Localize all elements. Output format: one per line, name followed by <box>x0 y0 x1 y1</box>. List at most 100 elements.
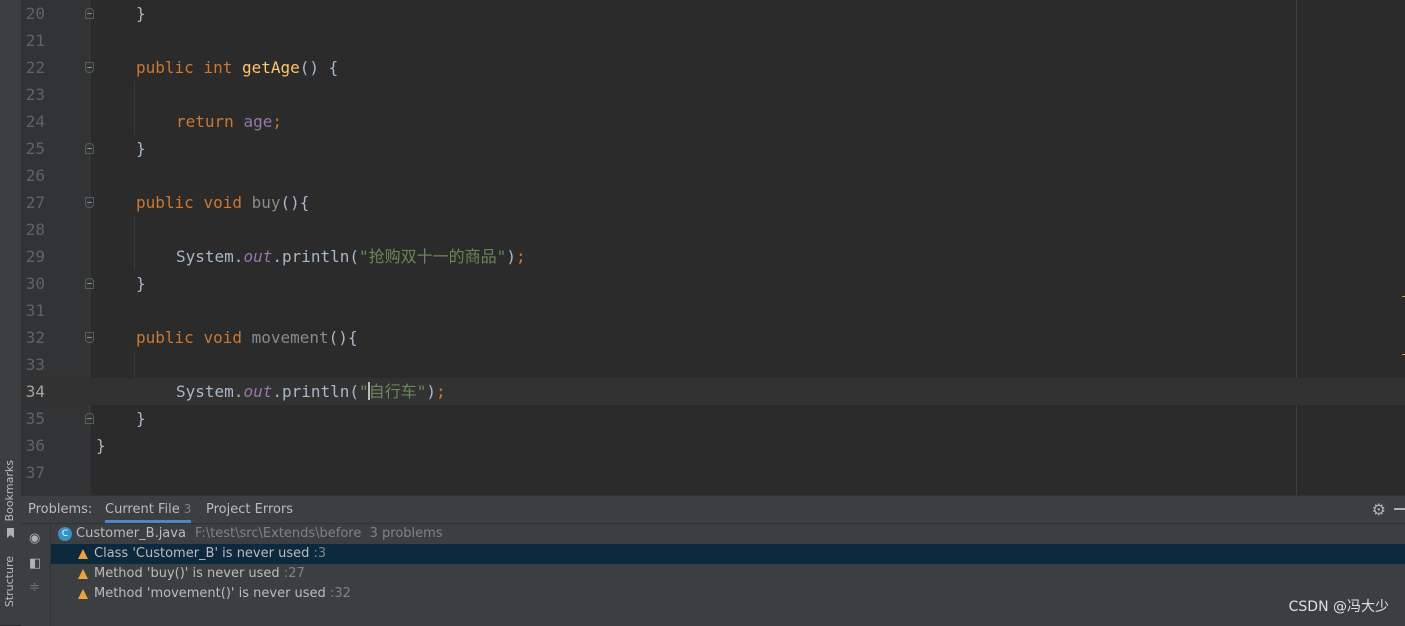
keyword: void <box>203 193 242 212</box>
semicolon: ; <box>515 247 526 266</box>
problems-tree: C Customer_B.java F:\test\src\Extends\bef… <box>51 524 1405 626</box>
tab-count: 3 <box>183 502 192 516</box>
tab-current-file[interactable]: Current File 3 <box>105 502 192 523</box>
tab-project-errors[interactable]: Project Errors <box>206 502 293 517</box>
code-text: .println( <box>272 382 360 401</box>
line-number: 37 <box>25 463 45 482</box>
tab-label: Current File <box>105 502 180 517</box>
expand-all-icon[interactable]: ≑ <box>29 580 40 595</box>
code-text: () { <box>299 58 339 77</box>
problems-side-toolbar: ◉ ◧ ≑ <box>21 524 51 626</box>
code-editor[interactable]: 20 } 21 22 public int getAge() { 23 24 r… <box>21 0 1405 495</box>
fold-toggle-icon[interactable] <box>85 8 94 19</box>
fold-toggle-icon[interactable] <box>85 332 94 343</box>
code-line: 31 <box>21 297 1405 324</box>
code-line: 30 } <box>21 270 1405 297</box>
code-text: . <box>233 382 244 401</box>
closing-brace: } <box>136 4 146 23</box>
code-line: 28 <box>21 216 1405 243</box>
fold-toggle-icon[interactable] <box>85 143 94 154</box>
class-file-icon: C <box>58 527 72 541</box>
preview-icon[interactable]: ◧ <box>29 556 41 571</box>
line-number: 21 <box>25 31 45 50</box>
problem-text: Class 'Customer_B' is never used <box>94 546 310 561</box>
structure-label: Structure <box>3 556 16 608</box>
line-number: 31 <box>25 301 45 320</box>
line-number: 36 <box>25 436 45 455</box>
line-number: 29 <box>25 247 45 266</box>
static-field: out <box>243 247 273 266</box>
watermark-text: CSDN @冯大少 <box>1288 599 1389 615</box>
problem-line: :27 <box>283 566 305 581</box>
code-line: 21 <box>21 27 1405 54</box>
method-name: buy <box>251 193 281 212</box>
code-text: .println( <box>272 247 360 266</box>
code-line: 26 <box>21 162 1405 189</box>
code-text: (){ <box>328 328 358 347</box>
file-name: Customer_B.java <box>76 526 186 541</box>
problem-item[interactable]: Class 'Customer_B' is never used :3 <box>51 544 1405 564</box>
code-line: 25 } <box>21 135 1405 162</box>
problem-item[interactable]: Method 'buy()' is never used :27 <box>51 564 1405 584</box>
problem-item[interactable]: Method 'movement()' is never used :32 <box>51 584 1405 604</box>
code-line: 33 <box>21 351 1405 378</box>
code-line: 24 return age; <box>21 108 1405 135</box>
problem-text: Method 'buy()' is never used <box>94 566 280 581</box>
line-number: 26 <box>25 166 45 185</box>
problems-panel: Problems: Current File 3 Project Errors ⚙… <box>21 495 1405 626</box>
gear-icon[interactable]: ⚙ <box>1372 500 1386 519</box>
structure-tab[interactable]: Structure <box>0 556 21 625</box>
closing-brace: } <box>136 274 146 293</box>
line-number: 24 <box>25 112 45 131</box>
semicolon: ; <box>272 112 282 131</box>
code-line: 27 public void buy(){ <box>21 189 1405 216</box>
bookmarks-tab[interactable]: Bookmarks <box>0 460 21 540</box>
keyword: public <box>136 328 194 347</box>
line-number: 20 <box>25 4 45 23</box>
code-line: 23 <box>21 81 1405 108</box>
fold-toggle-icon[interactable] <box>85 62 94 73</box>
method-name: getAge <box>241 58 300 77</box>
bookmark-icon <box>7 528 14 538</box>
code-text: . <box>233 247 244 266</box>
bookmarks-label: Bookmarks <box>3 460 16 522</box>
file-path: F:\test\src\Extends\before <box>194 526 362 541</box>
file-node[interactable]: C Customer_B.java F:\test\src\Extends\bef… <box>51 524 1405 544</box>
warning-icon <box>78 569 88 579</box>
current-code-line: 34 System.out.println("自行车"); <box>21 378 1405 405</box>
line-number: 27 <box>25 193 45 212</box>
closing-brace: } <box>96 436 106 455</box>
closing-brace: } <box>136 139 146 158</box>
code-line: 32 public void movement(){ <box>21 324 1405 351</box>
problems-header: Problems: Current File 3 Project Errors ⚙ <box>21 496 1405 524</box>
keyword: return <box>176 112 234 131</box>
static-field: out <box>243 382 273 401</box>
code-line: 29 System.out.println("抢购双十一的商品"); <box>21 243 1405 270</box>
hide-icon[interactable] <box>1394 508 1405 510</box>
code-text: (){ <box>280 193 310 212</box>
eye-icon[interactable]: ◉ <box>29 531 40 546</box>
line-number: 33 <box>25 355 45 374</box>
line-number: 34 <box>25 382 45 401</box>
fold-toggle-icon[interactable] <box>85 413 94 424</box>
keyword: public <box>136 58 194 77</box>
code-line: 36 } <box>21 432 1405 459</box>
keyword: void <box>203 328 242 347</box>
string-literal: "抢购双十一的商品" <box>359 247 507 266</box>
code-text: ) <box>506 247 516 266</box>
class-name: System <box>176 247 234 266</box>
problem-count: 3 problems <box>369 526 443 541</box>
line-number: 28 <box>25 220 45 239</box>
warning-icon <box>78 549 88 559</box>
code-line: 20 } <box>21 0 1405 27</box>
problem-text: Method 'movement()' is never used <box>94 586 326 601</box>
code-line: 35 } <box>21 405 1405 432</box>
class-name: System <box>176 382 234 401</box>
line-number: 35 <box>25 409 45 428</box>
fold-toggle-icon[interactable] <box>85 197 94 208</box>
code-line: 37 <box>21 459 1405 486</box>
string-literal: 自行车" <box>368 382 427 401</box>
line-number: 25 <box>25 139 45 158</box>
problem-line: :3 <box>313 546 327 561</box>
fold-toggle-icon[interactable] <box>85 278 94 289</box>
